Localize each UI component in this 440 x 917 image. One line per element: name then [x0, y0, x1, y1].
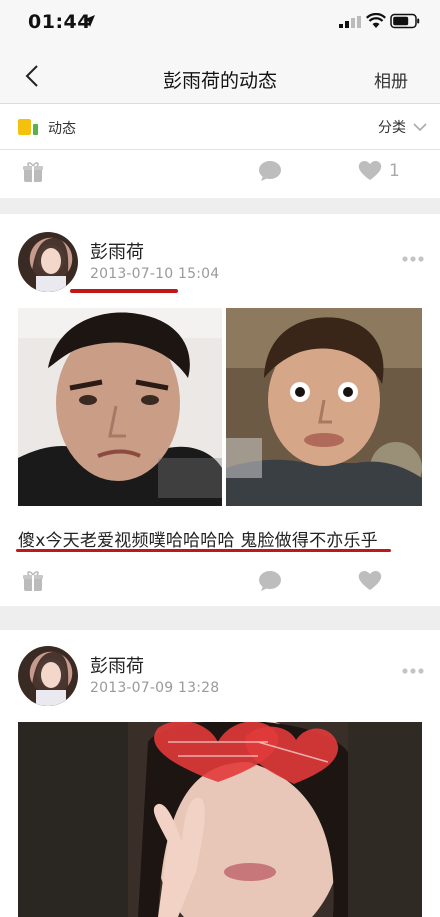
- more-options-icon[interactable]: [402, 668, 424, 674]
- category-button[interactable]: 分类: [378, 117, 406, 137]
- nav-bar: 彭雨荷的动态 相册: [0, 44, 440, 104]
- album-button[interactable]: 相册: [374, 67, 408, 92]
- feed-filter-label[interactable]: 动态: [48, 118, 76, 138]
- comment-icon[interactable]: [258, 570, 282, 592]
- more-options-icon[interactable]: [402, 256, 424, 262]
- post-photo[interactable]: [226, 308, 422, 506]
- post-time: 2013-07-10 15:04: [90, 266, 220, 282]
- post-card: 彭雨荷 2013-07-10 15:04 傻x今天老爱视频噗哈哈哈哈 鬼脸做得不…: [0, 214, 440, 606]
- username[interactable]: 彭雨荷: [90, 652, 144, 678]
- gift-icon[interactable]: [22, 161, 44, 183]
- post-card: 彭雨荷 2013-07-09 13:28: [0, 630, 440, 917]
- previous-post-actions: 1: [0, 150, 440, 198]
- post-photo[interactable]: [18, 308, 222, 506]
- wifi-icon: [366, 13, 386, 28]
- post-photo[interactable]: [18, 722, 422, 917]
- red-underline-annotation: [16, 549, 391, 552]
- heart-icon[interactable]: [357, 159, 383, 181]
- heart-icon[interactable]: [357, 569, 383, 591]
- avatar[interactable]: [18, 232, 78, 292]
- cellular-signal-icon: [339, 16, 361, 28]
- post-text: 傻x今天老爱视频噗哈哈哈哈 鬼脸做得不亦乐乎: [18, 531, 378, 551]
- comment-icon[interactable]: [258, 160, 282, 182]
- like-count: 1: [389, 161, 400, 181]
- location-arrow-icon: [83, 15, 95, 27]
- battery-icon: [390, 13, 420, 29]
- gift-icon[interactable]: [22, 570, 44, 592]
- feed-icon: [18, 119, 38, 135]
- chevron-down-icon[interactable]: [413, 122, 427, 132]
- status-bar: 01:44: [0, 0, 440, 44]
- red-underline-annotation: [70, 289, 178, 293]
- avatar[interactable]: [18, 646, 78, 706]
- filter-bar: 动态 分类: [0, 104, 440, 150]
- username[interactable]: 彭雨荷: [90, 238, 144, 264]
- post-time: 2013-07-09 13:28: [90, 680, 220, 696]
